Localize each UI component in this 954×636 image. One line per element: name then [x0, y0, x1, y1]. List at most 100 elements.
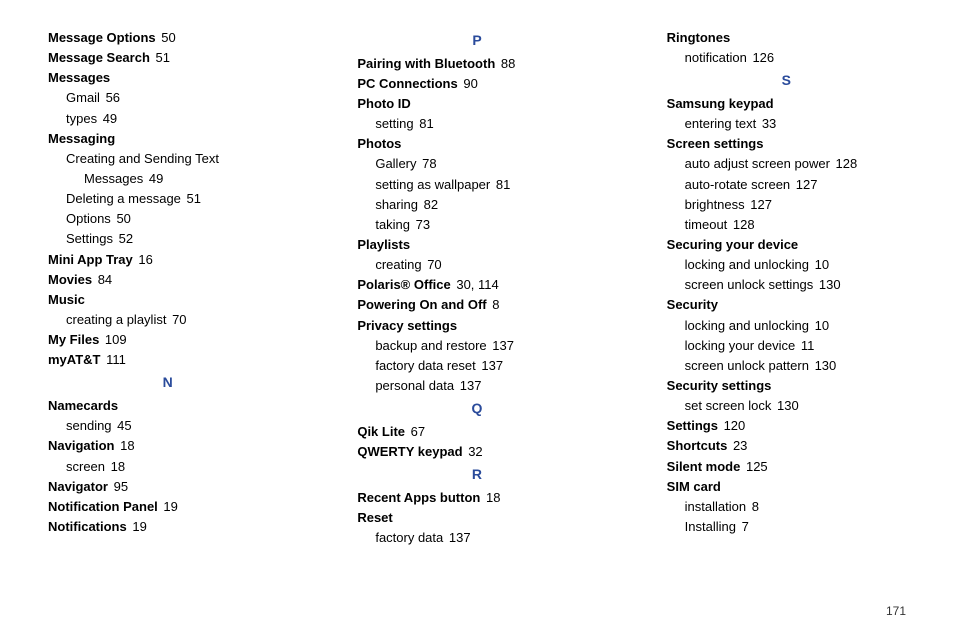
index-page-ref[interactable]: 127 [796, 177, 818, 192]
index-page-ref[interactable]: 30, 114 [456, 277, 498, 292]
index-term: Qik Lite [357, 424, 405, 439]
index-sub-entry: personal data 137 [357, 376, 596, 396]
index-term: Navigation [48, 438, 114, 453]
index-sub-entry: Settings 52 [48, 229, 287, 249]
index-page-ref[interactable]: 18 [486, 490, 500, 505]
index-page-ref[interactable]: 82 [424, 197, 438, 212]
index-page-ref[interactable]: 128 [733, 217, 755, 232]
index-page-ref[interactable]: 49 [103, 111, 117, 126]
index-sub-entry: locking and unlocking 10 [667, 316, 906, 336]
index-page-ref[interactable]: 88 [501, 56, 515, 71]
index-entry: Silent mode 125 [667, 457, 906, 477]
index-page-ref[interactable]: 49 [149, 171, 163, 186]
index-entry: Privacy settings [357, 316, 596, 336]
index-entry: Security settings [667, 376, 906, 396]
index-term: Shortcuts [667, 438, 728, 453]
index-page-ref[interactable]: 125 [746, 459, 768, 474]
index-sub-entry: setting as wallpaper 81 [357, 175, 596, 195]
index-page-ref[interactable]: 137 [460, 378, 482, 393]
index-page-ref[interactable]: 23 [733, 438, 747, 453]
index-entry: Notifications 19 [48, 517, 287, 537]
index-page-ref[interactable]: 50 [161, 30, 175, 45]
index-sub-entry: entering text 33 [667, 114, 906, 134]
index-sub-entry: auto-rotate screen 127 [667, 175, 906, 195]
index-term: Polaris® Office [357, 277, 450, 292]
index-term: Ringtones [667, 30, 731, 45]
index-term: Reset [357, 510, 392, 525]
index-term: Namecards [48, 398, 118, 413]
index-page-ref[interactable]: 19 [163, 499, 177, 514]
index-page-ref[interactable]: 111 [106, 352, 126, 367]
index-page-ref[interactable]: 81 [419, 116, 433, 131]
index-page-ref[interactable]: 95 [114, 479, 128, 494]
index-page-ref[interactable]: 18 [120, 438, 134, 453]
index-page-ref[interactable]: 10 [815, 257, 829, 272]
index-term: Security [667, 297, 718, 312]
index-entry: Mini App Tray 16 [48, 250, 287, 270]
index-page-ref[interactable]: 70 [427, 257, 441, 272]
index-page-ref[interactable]: 67 [411, 424, 425, 439]
index-page-ref[interactable]: 16 [138, 252, 152, 267]
index-entry: Navigator 95 [48, 477, 287, 497]
index-page-ref[interactable]: 130 [777, 398, 799, 413]
index-page-ref[interactable]: 51 [187, 191, 201, 206]
index-page-ref[interactable]: 8 [492, 297, 499, 312]
index-page-ref[interactable]: 90 [463, 76, 477, 91]
index-sub-text: entering text [685, 116, 757, 131]
index-page-ref[interactable]: 52 [119, 231, 133, 246]
index-page-ref[interactable]: 56 [106, 90, 120, 105]
index-page-ref[interactable]: 126 [752, 50, 774, 65]
index-page-ref[interactable]: 32 [468, 444, 482, 459]
index-page-ref[interactable]: 18 [111, 459, 125, 474]
index-page-ref[interactable]: 7 [742, 519, 749, 534]
index-sub-entry: screen 18 [48, 457, 287, 477]
index-term: Playlists [357, 237, 410, 252]
index-page-ref[interactable]: 81 [496, 177, 510, 192]
index-sub-entry: set screen lock 130 [667, 396, 906, 416]
index-entry: Messaging [48, 129, 287, 149]
index-sub-entry: screen unlock pattern 130 [667, 356, 906, 376]
index-page-ref[interactable]: 45 [117, 418, 131, 433]
index-entry: SIM card [667, 477, 906, 497]
index-term: Notifications [48, 519, 127, 534]
index-page-ref[interactable]: 127 [750, 197, 772, 212]
index-page-ref[interactable]: 10 [815, 318, 829, 333]
index-letter-heading: S [667, 70, 906, 92]
index-letter-heading: R [357, 464, 596, 486]
index-term: Samsung keypad [667, 96, 774, 111]
index-term: Photo ID [357, 96, 410, 111]
index-sub-text: Options [66, 211, 111, 226]
index-page-ref[interactable]: 137 [492, 338, 514, 353]
index-page-ref[interactable]: 109 [105, 332, 127, 347]
index-sub-entry: Gallery 78 [357, 154, 596, 174]
index-sub-text: taking [375, 217, 410, 232]
index-page-ref[interactable]: 51 [156, 50, 170, 65]
index-page-ref[interactable]: 84 [98, 272, 112, 287]
index-term: Messaging [48, 131, 115, 146]
index-entry: Playlists [357, 235, 596, 255]
index-page-ref[interactable]: 8 [752, 499, 759, 514]
index-entry: Music [48, 290, 287, 310]
index-page-ref[interactable]: 19 [132, 519, 146, 534]
index-page-ref[interactable]: 137 [481, 358, 503, 373]
index-sub-text: Installing [685, 519, 736, 534]
index-page-ref[interactable]: 130 [815, 358, 837, 373]
index-term: Notification Panel [48, 499, 158, 514]
index-page-ref[interactable]: 50 [116, 211, 130, 226]
index-page-ref[interactable]: 11 [801, 338, 815, 353]
page-number: 171 [886, 604, 906, 618]
index-page-ref[interactable]: 33 [762, 116, 776, 131]
index-entry: Settings 120 [667, 416, 906, 436]
index-page-ref[interactable]: 130 [819, 277, 841, 292]
index-page-ref[interactable]: 73 [416, 217, 430, 232]
index-page-ref[interactable]: 70 [172, 312, 186, 327]
index-entry: Movies 84 [48, 270, 287, 290]
index-sub-text: screen unlock settings [685, 277, 814, 292]
index-sub-text: notification [685, 50, 747, 65]
index-page-ref[interactable]: 78 [422, 156, 436, 171]
index-page-ref[interactable]: 137 [449, 530, 471, 545]
index-column-1: Message Options 50Message Search 51Messa… [48, 28, 287, 548]
index-entry: Polaris® Office 30, 114 [357, 275, 596, 295]
index-page-ref[interactable]: 128 [836, 156, 858, 171]
index-page-ref[interactable]: 120 [724, 418, 746, 433]
